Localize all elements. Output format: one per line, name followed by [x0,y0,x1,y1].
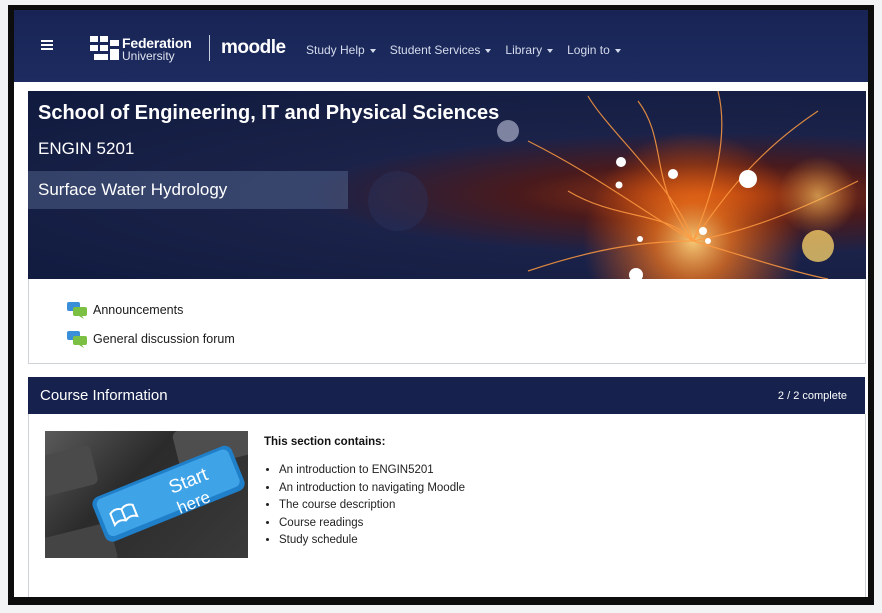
list-item: An introduction to navigating Moodle [279,480,465,498]
nav-study-help[interactable]: Study Help [306,43,376,57]
nav-study-help-label: Study Help [306,43,365,57]
nav-library[interactable]: Library [505,43,554,57]
course-information-header[interactable]: Course Information 2 / 2 complete [28,377,865,414]
course-name-box: Surface Water Hydrology [28,171,348,209]
forum-label: Announcements [93,303,184,317]
course-name: Surface Water Hydrology [38,180,228,199]
forums-section: Announcements General discussion forum [28,279,866,364]
federation-university-logo[interactable]: Federation University [90,34,200,64]
hamburger-menu-icon[interactable] [41,40,53,51]
section-heading: This section contains: [264,436,386,448]
section-title: Course Information [40,387,168,404]
navbar: Federation University moodle Study Help … [14,10,868,82]
course-header-banner: School of Engineering, IT and Physical S… [28,91,866,279]
forum-link-announcements[interactable]: Announcements [67,301,183,319]
start-here-key-graphic: Start here [45,431,248,558]
nav-library-label: Library [505,43,543,57]
course-code: ENGIN 5201 [38,139,135,158]
federation-logo-mark-icon [90,36,120,60]
nav-login-to[interactable]: Login to [567,43,621,57]
chevron-down-icon [614,48,621,53]
section-contents-list: An introduction to ENGIN5201 An introduc… [264,462,465,550]
school-title: School of Engineering, IT and Physical S… [38,102,500,124]
page: Federation University moodle Study Help … [14,10,868,597]
completion-progress: 2 / 2 complete [777,390,847,402]
forum-icon [67,302,87,319]
forum-label: General discussion forum [93,332,235,346]
moodle-logo[interactable]: moodle [221,37,286,59]
list-item: Course readings [279,515,465,533]
screenshot-frame: Federation University moodle Study Help … [8,5,874,605]
logo-sub: University [122,49,175,63]
start-here-image[interactable]: Start here [45,431,248,558]
chevron-down-icon [547,48,554,53]
forum-link-general-discussion[interactable]: General discussion forum [67,330,235,348]
logo-divider [209,35,210,61]
list-item: Study schedule [279,532,465,550]
nav-menu: Study Help Student Services Library Logi… [306,43,635,57]
nav-student-services-label: Student Services [389,43,481,57]
list-item: The course description [279,497,465,515]
list-item: An introduction to ENGIN5201 [279,462,465,480]
nav-student-services[interactable]: Student Services [390,43,492,57]
course-information-body: Start here This section contains: An int… [28,414,866,597]
forum-icon [67,331,87,348]
chevron-down-icon [369,48,376,53]
nav-login-to-label: Login to [567,43,610,57]
chevron-down-icon [485,48,492,53]
